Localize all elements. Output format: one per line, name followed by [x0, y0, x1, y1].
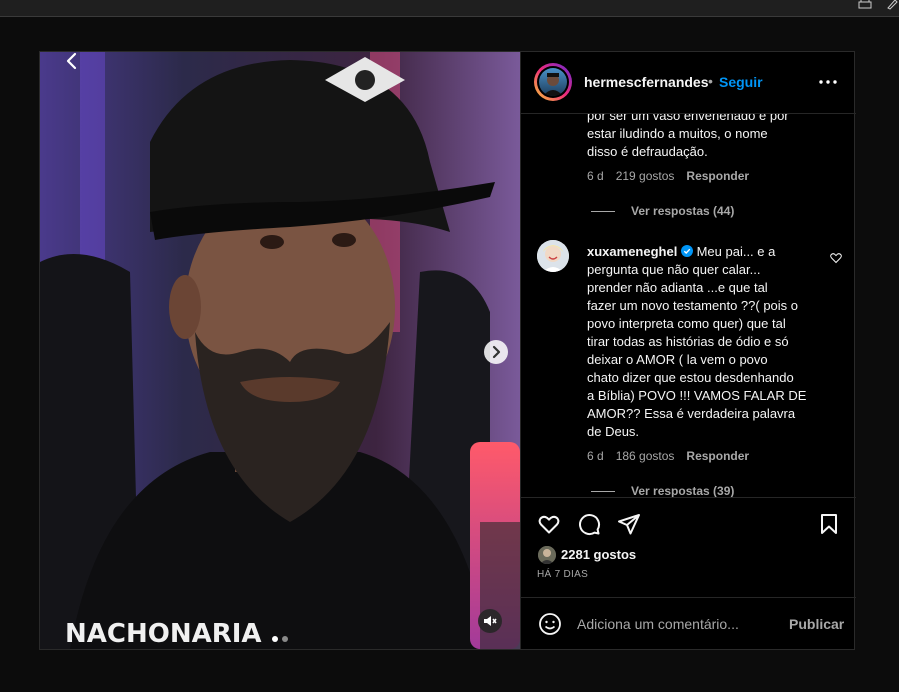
speaker-muted-icon — [484, 616, 497, 626]
comment-meta: 6 d 219 gostos Responder — [587, 169, 761, 183]
reply-button[interactable]: Responder — [686, 169, 749, 183]
post-header: hermescfernandes • Seguir — [521, 52, 856, 114]
view-replies-label: Ver respostas (44) — [631, 204, 735, 218]
view-replies-button[interactable]: Ver respostas (44) — [591, 204, 734, 218]
comment-text: por ser um vaso envenenado e por estar i… — [587, 114, 789, 161]
publish-button[interactable]: Publicar — [789, 616, 844, 632]
post-actions: 2281 gostos HÁ 7 DIAS — [521, 497, 856, 598]
comment-line: estar iludindo a muitos, o nome — [587, 126, 768, 141]
post-media[interactable]: NACHONARIA — [40, 52, 520, 649]
comment-line: a Bíblia) POVO !!! VAMOS FALAR DE — [587, 388, 807, 403]
carousel-indicator — [272, 629, 292, 647]
cap-logo-text: NACHONARIA — [65, 619, 262, 649]
commenter-avatar[interactable] — [537, 240, 569, 272]
follow-button[interactable]: Seguir — [719, 74, 763, 90]
view-replies-label: Ver respostas (39) — [631, 484, 735, 497]
author-avatar-image — [543, 73, 563, 96]
more-options-icon[interactable] — [817, 72, 839, 92]
comment-likes[interactable]: 186 gostos — [616, 449, 675, 463]
author-avatar[interactable] — [534, 63, 572, 101]
comment-line: prender não adianta ...e que tal — [587, 280, 768, 295]
comments-list[interactable]: por ser um vaso envenenado e por estar i… — [521, 114, 856, 497]
emoji-icon[interactable] — [538, 612, 562, 636]
view-replies-button[interactable]: Ver respostas (39) — [591, 484, 734, 497]
post-time: HÁ 7 DIAS — [537, 569, 589, 580]
post-sidebar: hermescfernandes • Seguir por ser um vas… — [520, 52, 856, 650]
comment-line: pergunta que não quer calar... — [587, 262, 761, 277]
comment-input[interactable] — [577, 614, 767, 634]
liker-avatar — [537, 545, 557, 565]
comment-text: xuxameneghel Meu pai... e a pergunta que… — [587, 243, 827, 441]
chevron-right-icon — [492, 345, 501, 359]
commenter-avatar-image — [537, 240, 569, 272]
next-media-button[interactable] — [484, 340, 508, 364]
view-replies-line — [591, 211, 615, 213]
comment-line: de Deus. — [587, 424, 640, 439]
comment-composer: Publicar — [521, 597, 856, 650]
comment-line: povo interpreta como quer) que tal — [587, 316, 786, 331]
comment-line: deixar o AMOR ( la vem o povo — [587, 352, 768, 367]
comment-icon[interactable] — [577, 512, 601, 536]
likes-count[interactable]: 2281 gostos — [561, 547, 636, 562]
comment-line: AMOR?? Essa é verdadeira palavra — [587, 406, 796, 421]
comment-age: 6 d — [587, 169, 604, 183]
browser-toolbar — [0, 0, 899, 17]
back-icon[interactable] — [58, 52, 86, 74]
save-icon[interactable] — [817, 512, 841, 536]
print-icon[interactable] — [858, 0, 872, 10]
author-username[interactable]: hermescfernandes — [584, 74, 709, 90]
comment-likes[interactable]: 219 gostos — [616, 169, 675, 183]
edit-icon[interactable] — [886, 0, 899, 10]
post-modal: NACHONARIA hermescfernandes • Seguir por… — [39, 51, 856, 650]
share-icon[interactable] — [617, 512, 641, 536]
verified-badge-icon — [680, 245, 693, 257]
comment-line: disso é defraudação. — [587, 144, 708, 159]
comment-line: fazer um novo testamento ??( pois o — [587, 298, 799, 313]
comment-line: por ser um vaso envenenado e por — [587, 114, 789, 123]
reply-button[interactable]: Responder — [686, 449, 749, 463]
like-icon[interactable] — [537, 512, 561, 536]
carousel-dot-active — [272, 636, 278, 642]
commenter-username[interactable]: xuxameneghel — [587, 244, 677, 259]
carousel-dot — [282, 636, 288, 642]
liker-avatar-image — [538, 546, 556, 564]
view-replies-line — [591, 491, 615, 493]
like-comment-icon[interactable] — [830, 252, 842, 264]
header-separator: • — [708, 73, 713, 89]
comment-line-text: Meu pai... e a — [696, 244, 776, 259]
mute-button[interactable] — [478, 609, 502, 633]
comment-line: chato dizer que estou desdenhando — [587, 370, 794, 385]
comment-line: tirar todas as histórias de ódio e só — [587, 334, 789, 349]
comment-line: xuxameneghel Meu pai... e a — [587, 243, 827, 261]
comment-meta: 6 d 186 gostos Responder — [587, 449, 761, 463]
video-frame: NACHONARIA — [40, 52, 520, 649]
comment-age: 6 d — [587, 449, 604, 463]
